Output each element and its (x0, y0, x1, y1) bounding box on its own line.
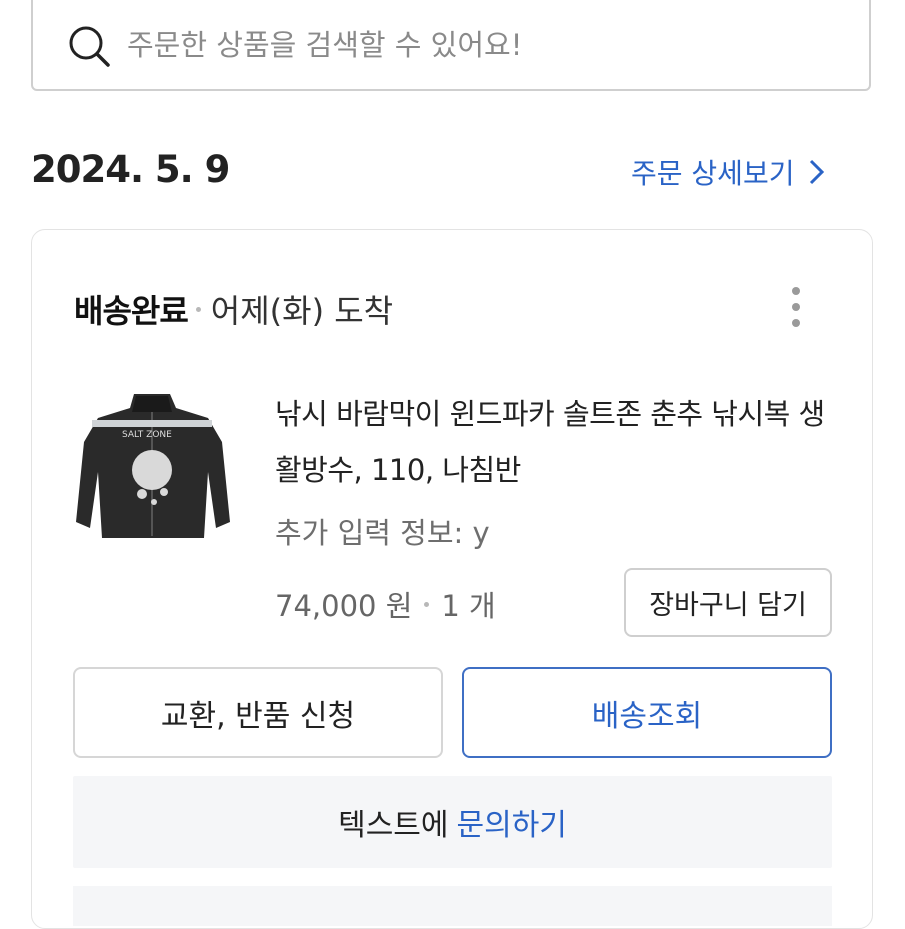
separator-dot (195, 306, 201, 312)
add-to-cart-button[interactable]: 장바구니 담기 (624, 568, 832, 637)
chevron-right-icon (810, 159, 825, 185)
price-quantity: 74,000 원 1 개 (275, 583, 496, 625)
product-quantity: 1 개 (441, 589, 496, 623)
extra-input-info: 추가 입력 정보: y (275, 516, 490, 550)
separator-dot (424, 601, 430, 607)
next-section (73, 886, 832, 926)
delivery-tracking-button[interactable]: 배송조회 (462, 667, 832, 758)
exchange-return-button[interactable]: 교환, 반품 신청 (73, 667, 443, 758)
order-detail-link[interactable]: 주문 상세보기 (631, 152, 828, 192)
delivery-status-label: 배송완료 (74, 292, 189, 330)
arrival-date: 어제(화) 도착 (210, 292, 394, 330)
order-card: 배송완료 어제(화) 도착 SALT ZONE 낚시 바람막이 윈드파카 솔트존… (31, 229, 873, 929)
more-vertical-icon[interactable] (787, 286, 805, 328)
product-price: 74,000 원 (275, 589, 413, 623)
product-name[interactable]: 낚시 바람막이 윈드파카 솔트존 춘추 낚시복 생활방수, 110, 나침반 (275, 386, 835, 498)
product-thumbnail[interactable]: SALT ZONE (72, 382, 232, 544)
search-bar[interactable] (31, 0, 871, 91)
order-detail-label: 주문 상세보기 (631, 157, 795, 190)
svg-text:SALT ZONE: SALT ZONE (122, 430, 172, 440)
inquiry-prefix: 텍스트에 (338, 808, 449, 843)
inquiry-button[interactable]: 텍스트에 문의하기 (73, 776, 832, 868)
inquiry-link: 문의하기 (456, 808, 567, 843)
search-icon (69, 26, 110, 67)
delivery-status: 배송완료 어제(화) 도착 (74, 286, 393, 332)
order-date: 2024. 5. 9 (31, 148, 230, 191)
search-input[interactable] (125, 22, 829, 68)
